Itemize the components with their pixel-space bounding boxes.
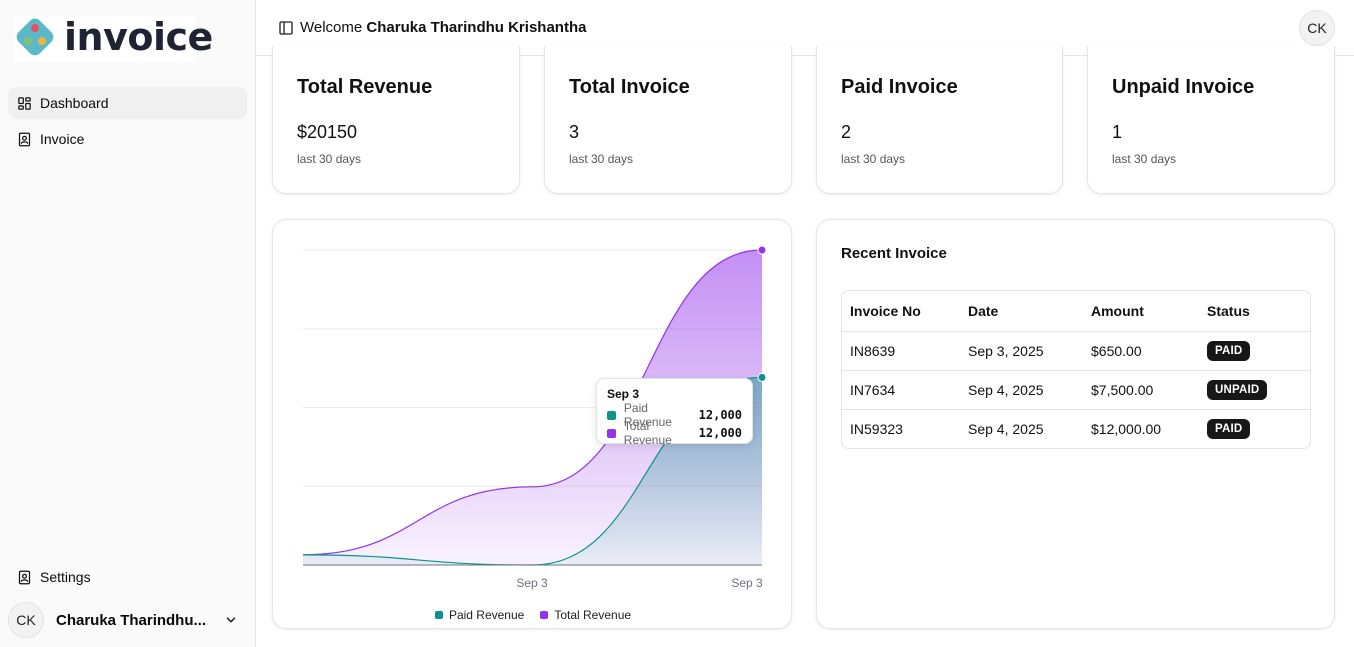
stat-title: Unpaid Invoice bbox=[1112, 76, 1255, 98]
recent-invoice-card: Recent Invoice Invoice No Date Amount St… bbox=[816, 219, 1335, 629]
sidebar-item-dashboard[interactable]: Dashboard bbox=[8, 87, 247, 119]
tooltip-swatch bbox=[607, 428, 616, 438]
tooltip-series-value: 12,000 bbox=[698, 408, 742, 422]
sidebar: invoice Dashboard Invoice Settings CK Ch… bbox=[0, 0, 256, 647]
x-tick-label: Sep 3 bbox=[516, 576, 548, 590]
sidebar-item-label: Invoice bbox=[40, 131, 85, 147]
stat-card-paid-invoice: Paid Invoice 2 last 30 days bbox=[816, 46, 1063, 194]
recent-invoice-title: Recent Invoice bbox=[841, 245, 947, 262]
amount-cell: $650.00 bbox=[1083, 331, 1199, 371]
status-cell: PAID bbox=[1199, 331, 1310, 371]
invoice-icon bbox=[17, 132, 32, 147]
welcome-user-name: Charuka Tharindhu Krishantha bbox=[366, 19, 587, 36]
stat-card-total-revenue: Total Revenue $20150 last 30 days bbox=[272, 46, 520, 194]
sidebar-item-label: Dashboard bbox=[40, 95, 109, 111]
table-row[interactable]: IN7634 Sep 4, 2025 $7,500.00 UNPAID bbox=[842, 370, 1310, 410]
sidebar-item-label: Settings bbox=[40, 569, 91, 585]
tooltip-title: Sep 3 bbox=[607, 387, 640, 401]
recent-invoice-table: Invoice No Date Amount Status IN8639 Sep… bbox=[841, 290, 1311, 449]
tooltip-row: Total Revenue 12,000 bbox=[607, 419, 742, 447]
legend-item-paid-revenue[interactable]: Paid Revenue bbox=[434, 608, 525, 622]
amount-cell: $12,000.00 bbox=[1091, 420, 1162, 437]
stat-subtitle: last 30 days bbox=[841, 152, 906, 166]
legend-swatch bbox=[540, 611, 549, 619]
welcome-prefix: Welcome bbox=[300, 19, 363, 36]
app-logo[interactable]: invoice bbox=[14, 16, 213, 62]
stat-card-unpaid-invoice: Unpaid Invoice 1 last 30 days bbox=[1087, 46, 1335, 194]
user-name: Charuka Tharindhu... bbox=[56, 611, 207, 629]
invoice-no-cell: IN7634 bbox=[842, 370, 960, 410]
sidebar-item-invoice[interactable]: Invoice bbox=[8, 123, 247, 155]
x-tick-label: Sep 3 bbox=[731, 576, 763, 590]
legend-swatch bbox=[434, 611, 443, 619]
column-header: Invoice No bbox=[842, 291, 960, 332]
table-header-row: Invoice No Date Amount Status bbox=[842, 291, 1310, 332]
tooltip-series-name: Total Revenue bbox=[623, 419, 672, 447]
stat-subtitle: last 30 days bbox=[297, 152, 362, 166]
date-cell: Sep 4, 2025 bbox=[960, 370, 1083, 410]
logo-mark-icon bbox=[16, 18, 54, 56]
settings-icon bbox=[17, 570, 32, 585]
sidebar-toggle-icon[interactable] bbox=[278, 20, 294, 36]
column-header: Date bbox=[960, 291, 1083, 332]
status-cell: PAID bbox=[1199, 409, 1310, 448]
status-badge: PAID bbox=[1207, 418, 1251, 439]
stat-subtitle: last 30 days bbox=[1112, 152, 1177, 166]
tooltip-swatch bbox=[607, 410, 616, 420]
column-header: Status bbox=[1199, 291, 1310, 332]
revenue-chart-card: Sep 3 Sep 3 Sep 3 Paid Revenue 12,000 Tot… bbox=[272, 219, 792, 629]
stat-title: Paid Invoice bbox=[841, 76, 958, 98]
header-avatar[interactable]: CK bbox=[1299, 10, 1335, 46]
column-header: Amount bbox=[1083, 291, 1199, 332]
sidebar-item-settings[interactable]: Settings bbox=[8, 561, 247, 593]
stat-value: 1 bbox=[1112, 122, 1123, 142]
legend-label: Paid Revenue bbox=[448, 608, 525, 622]
chart-tooltip: Sep 3 Paid Revenue 12,000 Total Revenue … bbox=[596, 378, 753, 447]
chart-legend: Paid Revenue Total Revenue bbox=[273, 608, 793, 622]
invoice-no-cell: IN8639 bbox=[842, 331, 960, 371]
stat-title: Total Invoice bbox=[569, 76, 690, 98]
status-cell: UNPAID bbox=[1199, 370, 1310, 410]
stat-value: 3 bbox=[569, 122, 580, 142]
status-badge: UNPAID bbox=[1207, 379, 1268, 400]
stat-value: 2 bbox=[841, 122, 852, 142]
stat-value: $20150 bbox=[297, 122, 358, 142]
table-row[interactable]: IN8639 Sep 3, 2025 $650.00 PAID bbox=[842, 331, 1310, 371]
stat-title: Total Revenue bbox=[297, 76, 433, 98]
tooltip-series-value: 12,000 bbox=[698, 426, 742, 440]
stat-subtitle: last 30 days bbox=[569, 152, 634, 166]
user-menu[interactable]: CK Charuka Tharindhu... bbox=[8, 600, 249, 640]
legend-item-total-revenue[interactable]: Total Revenue bbox=[540, 608, 631, 622]
data-point bbox=[757, 372, 767, 382]
table-row[interactable]: IN59323 Sep 4, 2025 $12,000.00 PAID bbox=[842, 409, 1310, 448]
data-point bbox=[757, 245, 767, 255]
avatar: CK bbox=[8, 602, 44, 638]
status-badge: PAID bbox=[1207, 340, 1251, 361]
chevron-down-icon[interactable] bbox=[224, 613, 238, 627]
welcome-text: Welcome Charuka Tharindhu Krishantha bbox=[300, 19, 586, 36]
logo-text: invoice bbox=[64, 15, 213, 59]
amount-cell: $7,500.00 bbox=[1083, 370, 1199, 410]
legend-label: Total Revenue bbox=[554, 608, 632, 622]
date-cell: Sep 3, 2025 bbox=[960, 331, 1083, 371]
invoice-no-cell: IN59323 bbox=[850, 420, 903, 437]
stat-card-total-invoice: Total Invoice 3 last 30 days bbox=[544, 46, 792, 194]
dashboard-icon bbox=[17, 96, 32, 111]
date-cell: Sep 4, 2025 bbox=[968, 420, 1044, 437]
